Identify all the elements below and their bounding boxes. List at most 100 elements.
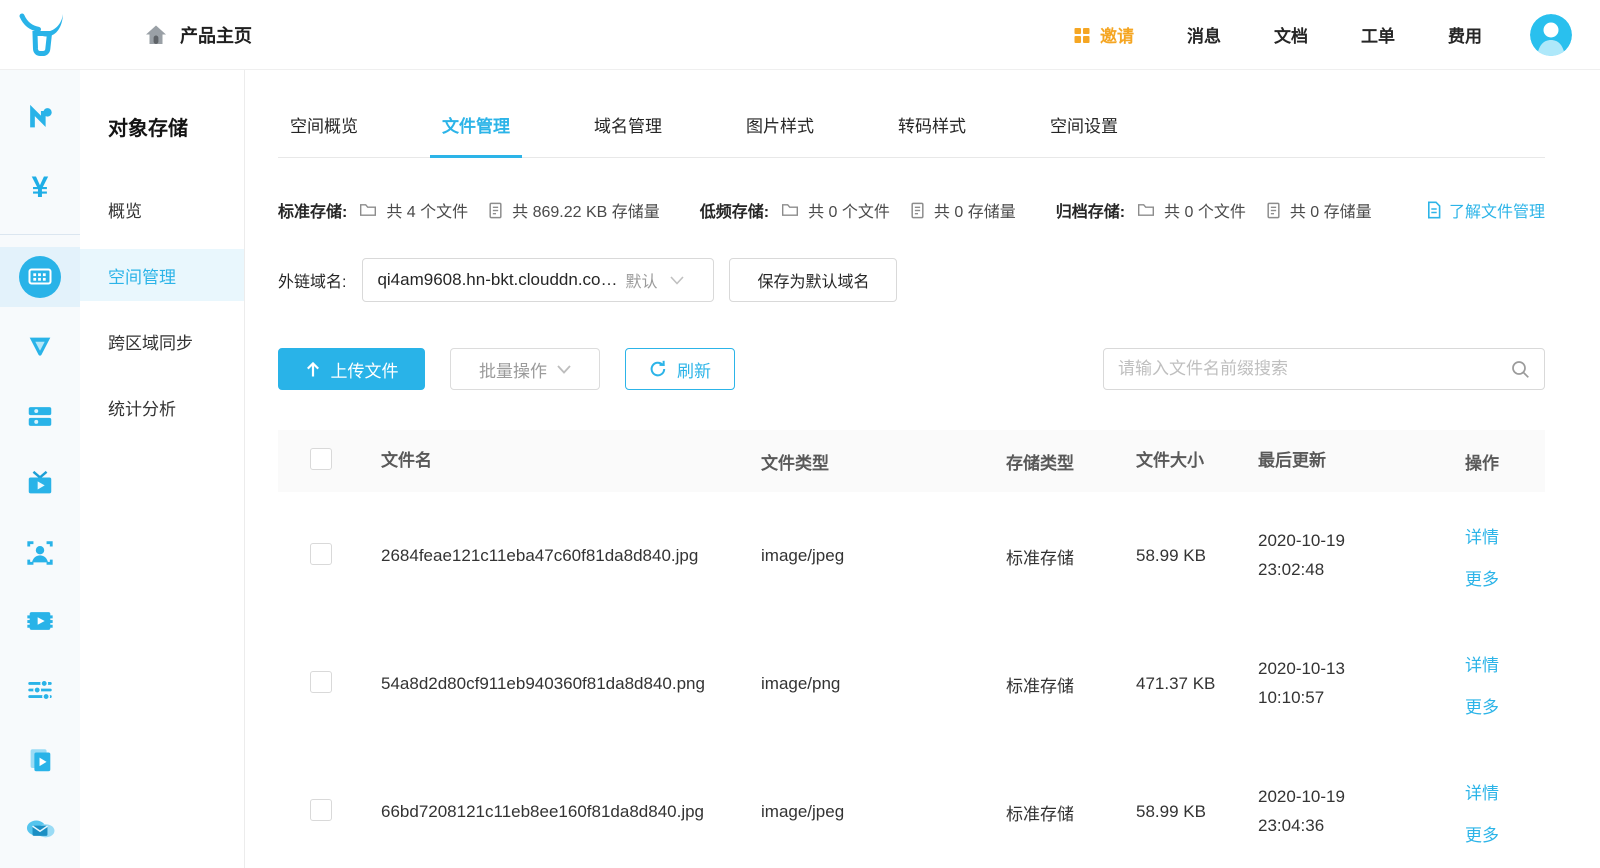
rail-item-object-storage[interactable] bbox=[0, 247, 80, 307]
search-icon[interactable] bbox=[1511, 360, 1530, 379]
learn-file-management-link[interactable]: 了解文件管理 bbox=[1426, 198, 1545, 222]
face-recognition-icon bbox=[25, 538, 55, 568]
sidebar-item-space-management[interactable]: 空间管理 bbox=[80, 249, 244, 301]
qiniu-bull-logo-icon bbox=[13, 12, 67, 58]
stat-group-archive: 归档存储: 共 0 个文件 共 0 存储量 bbox=[1056, 198, 1392, 222]
table-row: 2684feae121c11eba47c60f81da8d840.jpg ima… bbox=[278, 492, 1545, 620]
video-doc-play-icon bbox=[25, 745, 55, 775]
row-checkbox[interactable] bbox=[310, 543, 332, 565]
sidebar-menu: 概览 空间管理 跨区域同步 统计分析 bbox=[80, 183, 244, 433]
nav-messages[interactable]: 消息 bbox=[1187, 22, 1221, 47]
file-updated: 2020-10-19 23:02:48 bbox=[1258, 527, 1443, 585]
rail-divider bbox=[0, 234, 80, 235]
tab-space-overview[interactable]: 空间概览 bbox=[278, 112, 370, 157]
domain-value: qi4am9608.hn-bkt.clouddn.co… bbox=[377, 270, 617, 290]
detail-link[interactable]: 详情 bbox=[1465, 779, 1499, 804]
search-input[interactable] bbox=[1118, 359, 1511, 379]
file-type: image/png bbox=[761, 674, 1006, 694]
tab-file-management[interactable]: 文件管理 bbox=[430, 112, 522, 157]
home-icon bbox=[144, 23, 168, 47]
file-name: 2684feae121c11eba47c60f81da8d840.jpg bbox=[381, 542, 761, 571]
server-storage-icon bbox=[25, 401, 55, 431]
sidebar-item-overview[interactable]: 概览 bbox=[80, 183, 244, 235]
detail-link[interactable]: 详情 bbox=[1465, 523, 1499, 548]
sidebar-title: 对象存储 bbox=[80, 112, 244, 141]
stat-size: 共 0 存储量 bbox=[1266, 198, 1372, 222]
rail-item-tuning[interactable] bbox=[0, 662, 80, 718]
rail-item-media-processing[interactable] bbox=[0, 593, 80, 649]
domain-label: 外链域名: bbox=[278, 268, 346, 292]
col-header-updated: 最后更新 bbox=[1258, 447, 1443, 476]
file-table: 文件名 文件类型 存储类型 文件大小 最后更新 操作 2684feae121c1… bbox=[278, 430, 1545, 868]
nav-invite[interactable]: 邀请 bbox=[1072, 22, 1134, 47]
col-header-size: 文件大小 bbox=[1136, 447, 1258, 476]
storage-stats-row: 标准存储: 共 4 个文件 共 869.22 KB 存储量 低频存储: bbox=[278, 198, 1545, 222]
brand-logo[interactable] bbox=[0, 12, 80, 58]
rail-item-cdn[interactable] bbox=[0, 318, 80, 374]
chevron-down-icon bbox=[557, 365, 571, 374]
row-checkbox[interactable] bbox=[310, 671, 332, 693]
tv-play-icon bbox=[25, 469, 55, 499]
file-updated: 2020-10-19 23:04:36 bbox=[1258, 783, 1443, 841]
rail-item-developer[interactable] bbox=[0, 90, 80, 146]
rail-item-billing[interactable]: ¥ bbox=[0, 160, 80, 216]
row-checkbox[interactable] bbox=[310, 799, 332, 821]
top-header: 产品主页 邀请 消息 文档 工单 费用 bbox=[0, 0, 1600, 70]
tab-transcode-styles[interactable]: 转码样式 bbox=[886, 112, 978, 157]
search-box bbox=[1103, 348, 1545, 390]
sidebar-item-cross-region-sync[interactable]: 跨区域同步 bbox=[80, 315, 244, 367]
refresh-button[interactable]: 刷新 bbox=[625, 348, 735, 390]
upload-arrow-icon bbox=[305, 361, 321, 378]
tab-domain-management[interactable]: 域名管理 bbox=[582, 112, 674, 157]
domain-default-tag: 默认 bbox=[626, 268, 658, 292]
stat-group-infrequent: 低频存储: 共 0 个文件 共 0 存储量 bbox=[700, 198, 1036, 222]
sliders-icon bbox=[25, 675, 55, 705]
sidebar-item-statistics[interactable]: 统计分析 bbox=[80, 381, 244, 433]
stat-files: 共 0 个文件 bbox=[1137, 198, 1246, 222]
breadcrumb[interactable]: 产品主页 bbox=[144, 22, 252, 48]
stat-size: 共 0 存储量 bbox=[910, 198, 1016, 222]
main-content: 空间概览 文件管理 域名管理 图片样式 转码样式 空间设置 标准存储: 共 4 … bbox=[245, 70, 1600, 868]
storage-volume-icon bbox=[488, 202, 503, 219]
rail-item-face-recognition[interactable] bbox=[0, 525, 80, 581]
gift-icon bbox=[1072, 25, 1092, 45]
more-link[interactable]: 更多 bbox=[1465, 693, 1499, 718]
yen-icon: ¥ bbox=[32, 173, 49, 203]
rail-item-server[interactable] bbox=[0, 388, 80, 444]
col-header-actions: 操作 bbox=[1443, 449, 1543, 474]
refresh-icon bbox=[649, 360, 667, 378]
save-default-domain-button[interactable]: 保存为默认域名 bbox=[729, 258, 897, 302]
stat-label: 标准存储: bbox=[278, 198, 347, 222]
nav-docs-label: 文档 bbox=[1274, 22, 1308, 47]
more-link[interactable]: 更多 bbox=[1465, 821, 1499, 846]
rail-item-video-player[interactable] bbox=[0, 732, 80, 788]
stat-files: 共 0 个文件 bbox=[781, 198, 890, 222]
file-name: 54a8d2d80cf911eb940360f81da8d840.png bbox=[381, 670, 761, 699]
file-toolbar: 上传文件 批量操作 刷新 bbox=[278, 348, 1545, 390]
user-avatar[interactable] bbox=[1530, 14, 1572, 56]
col-header-filename: 文件名 bbox=[381, 447, 761, 476]
file-name: 66bd7208121c11eb8ee160f81da8d840.jpg bbox=[381, 798, 761, 827]
storage-volume-icon bbox=[1266, 202, 1281, 219]
chevron-down-icon bbox=[670, 276, 684, 285]
rail-item-cloud-mail[interactable] bbox=[0, 800, 80, 856]
nav-docs[interactable]: 文档 bbox=[1274, 22, 1308, 47]
nav-invite-label: 邀请 bbox=[1100, 22, 1134, 47]
nav-billing[interactable]: 费用 bbox=[1448, 22, 1482, 47]
nav-tickets[interactable]: 工单 bbox=[1361, 22, 1395, 47]
breadcrumb-label: 产品主页 bbox=[180, 22, 252, 48]
folder-icon bbox=[781, 202, 799, 218]
rail-item-live-tv[interactable] bbox=[0, 456, 80, 512]
select-all-checkbox[interactable] bbox=[310, 448, 332, 470]
upload-file-button[interactable]: 上传文件 bbox=[278, 348, 425, 390]
tab-space-settings[interactable]: 空间设置 bbox=[1038, 112, 1130, 157]
more-link[interactable]: 更多 bbox=[1465, 565, 1499, 590]
file-size: 58.99 KB bbox=[1136, 542, 1258, 571]
domain-select[interactable]: qi4am9608.hn-bkt.clouddn.co… 默认 bbox=[362, 258, 714, 302]
sidebar-item-label: 统计分析 bbox=[108, 395, 176, 420]
tab-image-styles[interactable]: 图片样式 bbox=[734, 112, 826, 157]
detail-link[interactable]: 详情 bbox=[1465, 651, 1499, 676]
stat-group-standard: 标准存储: 共 4 个文件 共 869.22 KB 存储量 bbox=[278, 198, 680, 222]
top-nav: 邀请 消息 文档 工单 费用 bbox=[1019, 14, 1600, 56]
batch-actions-button[interactable]: 批量操作 bbox=[450, 348, 600, 390]
